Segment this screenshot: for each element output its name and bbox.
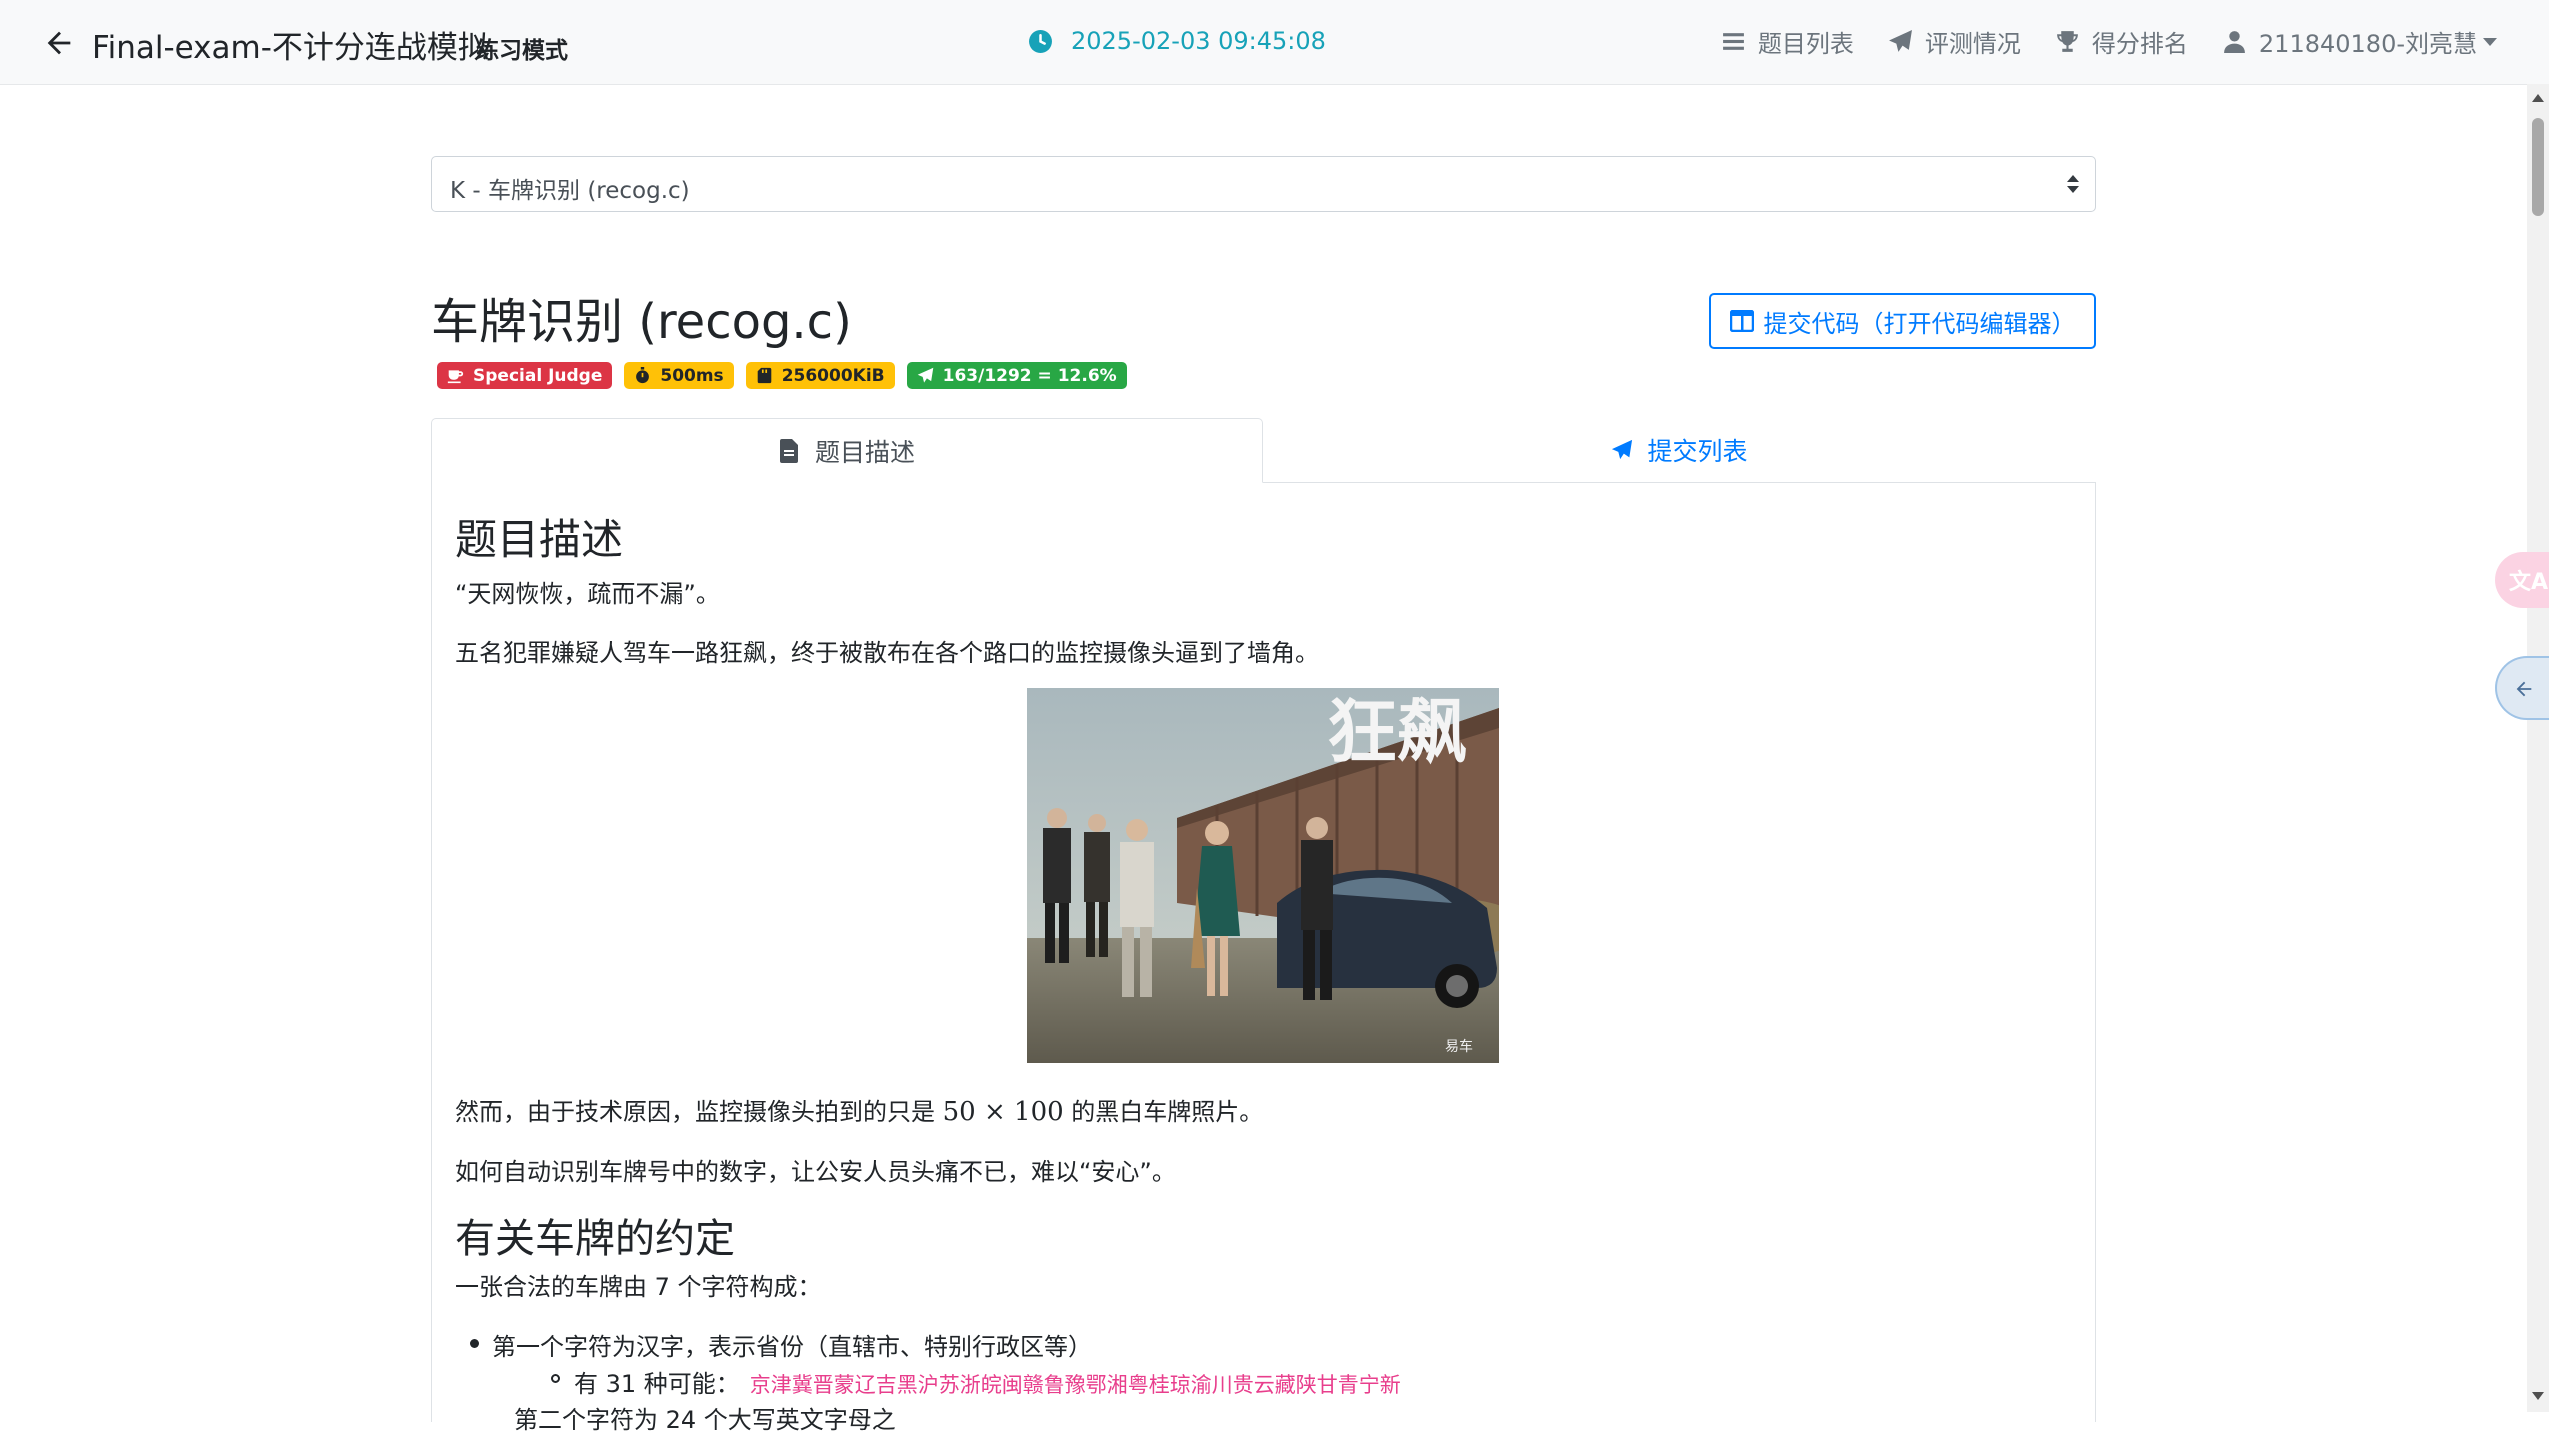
special-judge-badge: Special Judge — [437, 362, 613, 389]
problem-selector[interactable]: K - 车牌识别 (recog.c) — [431, 156, 2096, 212]
sd-card-icon — [757, 367, 771, 384]
nav-status-label: 评测情况 — [1924, 30, 2021, 58]
stopwatch-icon — [636, 367, 650, 384]
accept-rate-badge: 163/1292 = 12.6% — [906, 362, 1127, 389]
tab-description-label: 题目描述 — [814, 437, 915, 467]
paragraph-quote: “天网恢恢，疏而不漏”。 — [455, 580, 720, 608]
tab-description[interactable]: 题目描述 — [431, 418, 1263, 483]
select-arrows-icon — [2067, 175, 2079, 193]
time-limit-badge: 500ms — [624, 362, 734, 389]
section-heading-plate-rules: 有关车牌的约定 — [455, 1216, 735, 1262]
tab-submissions[interactable]: 提交列表 — [1263, 418, 2096, 482]
server-clock: 2025-02-03 09:45:08 — [1028, 27, 1326, 55]
nav-problem-list[interactable]: 题目列表 — [1721, 24, 1854, 59]
paper-plane-icon — [1612, 439, 1633, 460]
clock-icon — [1029, 29, 1052, 53]
list-item: 第一个字符为汉字，表示省份（直辖市、特别行政区等） — [470, 1327, 1092, 1362]
list-icon — [1722, 33, 1744, 50]
section-heading-description: 题目描述 — [455, 515, 624, 564]
trophy-icon — [2056, 31, 2078, 52]
file-icon — [779, 438, 798, 463]
mode-label: 练习模式 — [476, 38, 568, 64]
user-name: 211840180-刘亮慧 — [2258, 30, 2477, 58]
problem-selector-value: K - 车牌识别 (recog.c) — [450, 178, 690, 204]
list-item-first-char: 第一个字符为汉字，表示省份（直辖市、特别行政区等） — [492, 1333, 1092, 1361]
translate-icon: 文A — [2509, 570, 2549, 595]
scroll-down-icon[interactable] — [2532, 1392, 2544, 1400]
submit-code-label: 提交代码（打开代码编辑器） — [1763, 309, 2076, 338]
paragraph-plate-length: 一张合法的车牌由 7 个字符构成： — [455, 1273, 822, 1301]
tab-submissions-label: 提交列表 — [1647, 437, 1748, 466]
time-limit-text: 500ms — [660, 365, 724, 386]
bullet-icon — [470, 1339, 479, 1348]
scroll-up-icon[interactable] — [2532, 94, 2544, 102]
paragraph-difficulty: 如何自动识别车牌号中的数字，让公安人员头痛不已，难以“安心”。 — [455, 1158, 1176, 1186]
arrow-left-icon — [2516, 681, 2532, 697]
top-navbar: Final-exam-不计分连战模拟 练习模式 2025-02-03 09:45… — [0, 0, 2549, 85]
problem-badges: Special Judge 500ms 256000KiB 163/1292 =… — [437, 362, 1127, 389]
nav-problem-list-label: 题目列表 — [1757, 30, 1854, 58]
chevron-down-icon — [2483, 37, 2497, 46]
problem-title: 车牌识别 (recog.c) — [431, 294, 852, 350]
columns-icon — [1729, 310, 1754, 332]
poster-watermark: 易车 — [1445, 1038, 1473, 1055]
bullet-circle-icon — [551, 1374, 560, 1383]
page-scrollbar[interactable] — [2527, 84, 2549, 1412]
special-judge-text: Special Judge — [473, 365, 603, 386]
coffee-icon — [447, 370, 464, 384]
nav-status[interactable]: 评测情况 — [1888, 24, 2021, 59]
translate-float-button[interactable]: 文A — [2495, 552, 2549, 608]
province-characters: 京津冀晋蒙辽吉黑沪苏浙皖闽赣鲁豫鄂湘粤桂琼渝川贵云藏陕甘青宁新 — [749, 1373, 1401, 1397]
poster-title: 狂飙 — [1327, 691, 1467, 773]
user-icon — [2223, 31, 2245, 53]
problem-tabs: 题目描述 提交列表 — [431, 418, 2096, 483]
list-item-province-label: 有 31 种可能： — [574, 1370, 740, 1398]
problem-illustration: 狂飙 易车 — [1027, 688, 1499, 1063]
paragraph-camera-pre: 然而，由于技术原因，监控摄像头拍到的只是 — [455, 1098, 943, 1126]
scrollbar-thumb[interactable] — [2532, 118, 2544, 216]
list-item: 第二个字符为 24 个大写英文字母之 — [514, 1406, 896, 1434]
paper-plane-icon — [917, 367, 933, 383]
list-item: 有 31 种可能： 京津冀晋蒙辽吉黑沪苏浙皖闽赣鲁豫鄂湘粤桂琼渝川贵云藏陕甘青宁新 — [551, 1364, 1401, 1399]
side-panel-toggle[interactable] — [2495, 656, 2549, 720]
nav-ranking[interactable]: 得分排名 — [2055, 24, 2188, 59]
nav-links: 题目列表 评测情况 得分排名 211840180-刘亮慧 — [1721, 24, 2497, 59]
paragraph-camera-post: 的黑白车牌照片。 — [1063, 1098, 1264, 1126]
paper-plane-icon — [1888, 30, 1912, 52]
accept-rate-text: 163/1292 = 12.6% — [942, 365, 1117, 386]
memory-limit-badge: 256000KiB — [745, 362, 895, 389]
submit-code-button[interactable]: 提交代码（打开代码编辑器） — [1709, 293, 2096, 349]
clock-text: 2025-02-03 09:45:08 — [1071, 27, 1326, 55]
arrow-left-icon[interactable] — [42, 26, 76, 60]
user-menu[interactable]: 211840180-刘亮慧 — [2222, 24, 2497, 59]
paragraph-camera: 然而，由于技术原因，监控摄像头拍到的只是 50 × 100 的黑白车牌照片。 — [455, 1092, 1263, 1127]
contest-title[interactable]: Final-exam-不计分连战模拟 — [92, 22, 489, 67]
nav-ranking-label: 得分排名 — [2091, 30, 2188, 58]
image-size-math: 50 × 100 — [942, 1097, 1064, 1127]
memory-limit-text: 256000KiB — [781, 365, 885, 386]
paragraph-story: 五名犯罪嫌疑人驾车一路狂飙，终于被散布在各个路口的监控摄像头逼到了墙角。 — [455, 639, 1319, 667]
movie-poster-image: 狂飙 易车 — [1027, 688, 1499, 1063]
